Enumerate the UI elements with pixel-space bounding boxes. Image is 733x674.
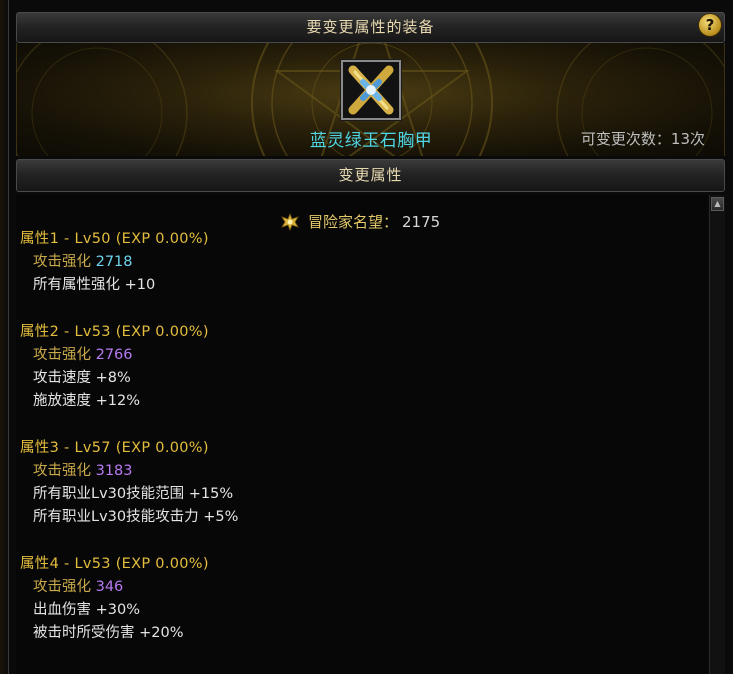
attribute-option-line: 所有职业Lv30技能范围 +15%: [20, 483, 238, 506]
attribute-main-line: 攻击强化 3183: [20, 460, 238, 483]
attribute-main-label: 攻击强化: [33, 254, 91, 270]
adventurer-fame: 冒险家名望： 2175: [280, 211, 440, 232]
section-header: 变更属性: [16, 159, 725, 192]
attribute-block-3: 属性3 - Lv57 (EXP 0.00%) 攻击强化 3183 所有职业Lv3…: [20, 437, 238, 529]
attribute-option-value: +5%: [203, 509, 239, 525]
equipment-name: 蓝灵绿玉石胸甲: [309, 131, 433, 151]
left-window-edge: [0, 0, 8, 674]
attribute-option-line: 所有职业Lv30技能攻击力 +5%: [20, 506, 238, 529]
attribute-option-line: 攻击速度 +8%: [20, 367, 209, 390]
attribute-option-label: 施放速度: [33, 393, 91, 409]
attribute-option-value: +12%: [95, 393, 140, 409]
equipment-slot[interactable]: [340, 59, 402, 121]
help-icon: ?: [705, 16, 715, 34]
attribute-main-line: 攻击强化 346: [20, 576, 209, 599]
attribute-option-line: 被击时所受伤害 +20%: [20, 622, 209, 645]
change-count: 可变更次数：13次: [581, 128, 705, 149]
attribute-option-label: 所有职业Lv30技能攻击力: [33, 509, 199, 525]
attribute-block-4: 属性4 - Lv53 (EXP 0.00%) 攻击强化 346 出血伤害 +30…: [20, 553, 209, 645]
attribute-header: 属性2 - Lv53 (EXP 0.00%): [20, 324, 209, 340]
attribute-header: 属性4 - Lv53 (EXP 0.00%): [20, 556, 209, 572]
window-title: 要变更属性的装备: [306, 18, 435, 36]
change-count-label: 可变更次数：: [580, 130, 671, 148]
attribute-option-value: +30%: [95, 602, 140, 618]
attribute-block-2: 属性2 - Lv53 (EXP 0.00%) 攻击强化 2766 攻击速度 +8…: [20, 321, 209, 413]
attribute-header: 属性3 - Lv57 (EXP 0.00%): [20, 440, 209, 456]
attribute-option-line: 施放速度 +12%: [20, 390, 209, 413]
attribute-option-label: 出血伤害: [33, 602, 91, 618]
attribute-option-label: 攻击速度: [33, 370, 91, 386]
change-count-value: 13次: [670, 130, 705, 148]
attribute-option-value: +8%: [95, 370, 131, 386]
attribute-option-label: 被击时所受伤害: [33, 625, 135, 641]
attribute-main-label: 攻击强化: [33, 579, 91, 595]
attribute-main-value: 2766: [95, 347, 133, 363]
attribute-option-value: +10: [124, 277, 156, 293]
attribute-option-label: 所有职业Lv30技能范围: [33, 486, 185, 502]
chest-armor-icon: [343, 62, 399, 118]
attribute-main-value: 3183: [95, 463, 133, 479]
fame-value: 2175: [402, 212, 441, 231]
fame-crest-icon: [281, 212, 299, 231]
attribute-main-line: 攻击强化 2766: [20, 344, 209, 367]
attribute-main-label: 攻击强化: [33, 347, 91, 363]
attribute-option-line: 出血伤害 +30%: [20, 599, 209, 622]
attribute-option-value: +20%: [139, 625, 184, 641]
attribute-block-1: 属性1 - Lv50 (EXP 0.00%) 攻击强化 2718 所有属性强化 …: [20, 228, 209, 297]
attribute-main-line: 攻击强化 2718: [20, 251, 209, 274]
attribute-main-value: 346: [95, 579, 124, 595]
fame-label: 冒险家名望：: [308, 213, 399, 231]
help-button[interactable]: ?: [698, 13, 722, 37]
window-title-bar: 要变更属性的装备: [16, 12, 725, 43]
attribute-main-value: 2718: [95, 254, 133, 270]
scroll-up-button[interactable]: ▲: [711, 197, 724, 211]
attribute-header: 属性1 - Lv50 (EXP 0.00%): [20, 231, 209, 247]
scrollbar[interactable]: ▲: [709, 195, 725, 674]
attribute-option-label: 所有属性强化: [33, 277, 120, 293]
section-title: 变更属性: [338, 166, 403, 184]
attribute-main-label: 攻击强化: [33, 463, 91, 479]
attribute-option-line: 所有属性强化 +10: [20, 274, 209, 297]
attribute-option-value: +15%: [188, 486, 234, 502]
